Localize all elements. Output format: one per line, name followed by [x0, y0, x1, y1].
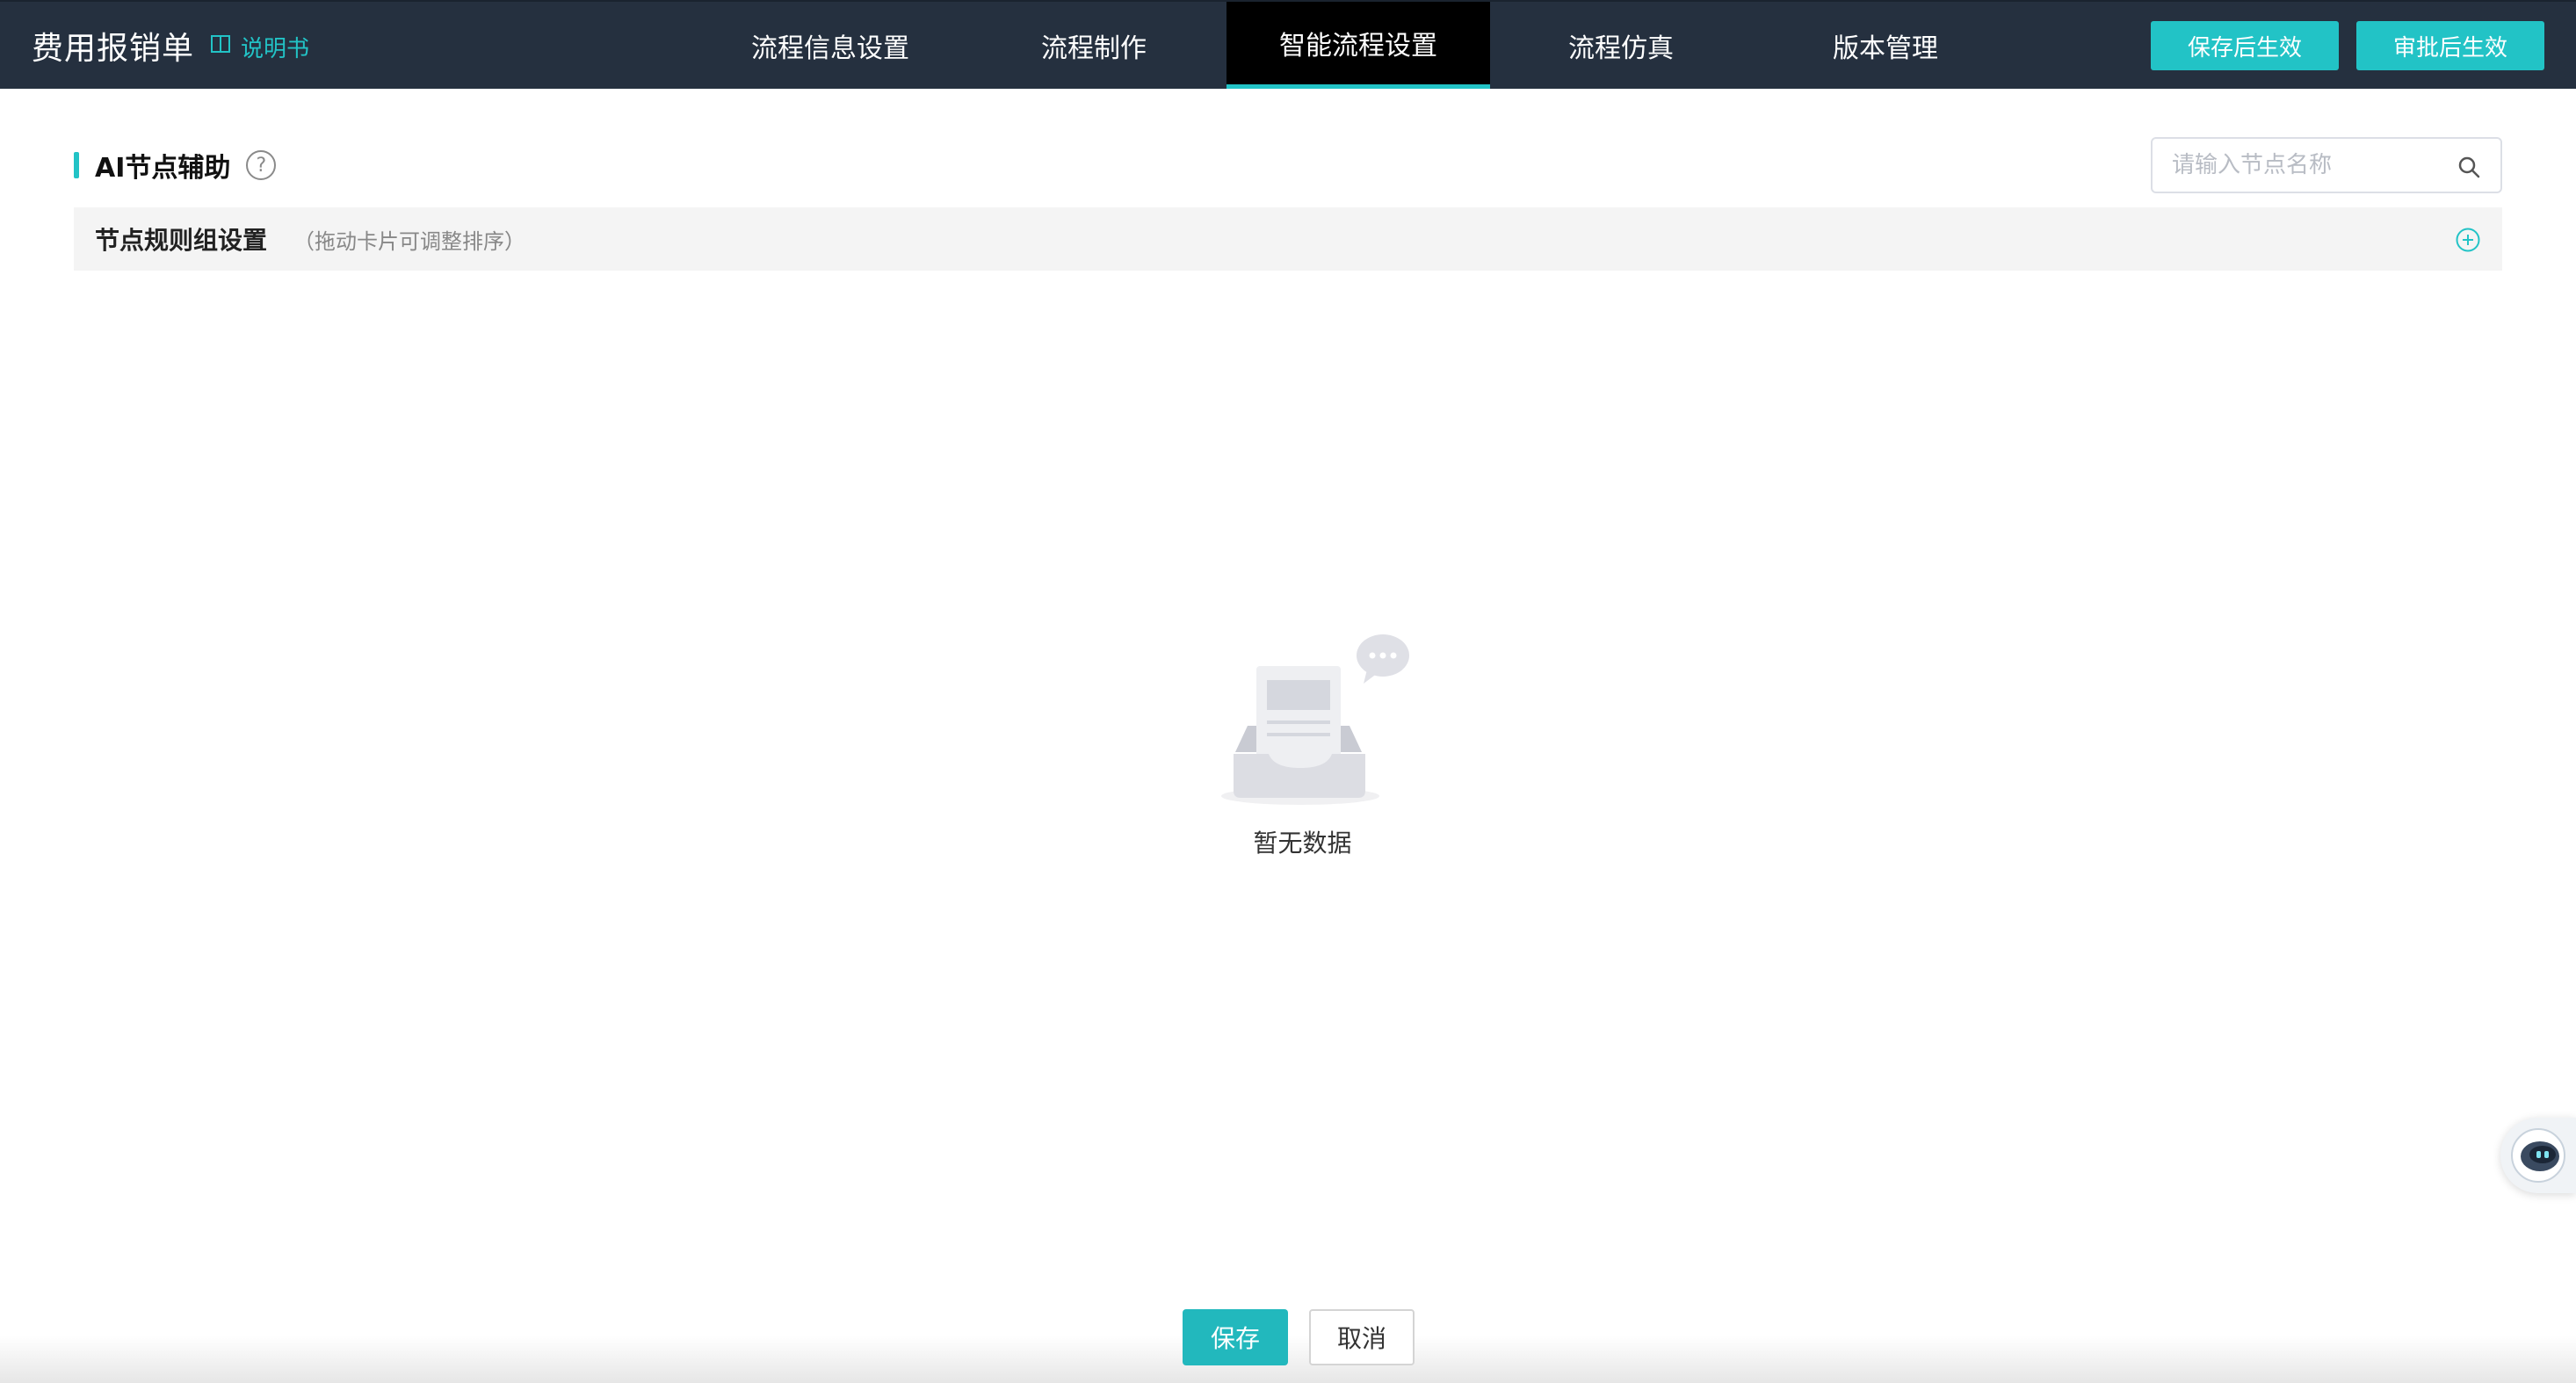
section-accent-bar: [74, 152, 79, 178]
tab-process-design[interactable]: 流程制作: [980, 2, 1208, 89]
empty-inbox-icon: [1221, 634, 1409, 805]
question-icon[interactable]: ?: [246, 150, 277, 180]
node-search-input[interactable]: [2172, 141, 2453, 190]
manual-link[interactable]: 说明书: [209, 28, 309, 65]
empty-state-text: 暂无数据: [1253, 829, 1352, 858]
save-button[interactable]: 保存: [1183, 1309, 1288, 1365]
save-and-apply-button[interactable]: 保存后生效: [2151, 21, 2339, 70]
rule-group-hint: （拖动卡片可调整排序）: [293, 228, 526, 254]
plus-circle-icon[interactable]: [2455, 227, 2481, 253]
app-title: 费用报销单: [32, 31, 195, 67]
search-icon[interactable]: [2457, 155, 2481, 179]
section-header: AI节点辅助 ?: [74, 148, 277, 184]
tab-version-management[interactable]: 版本管理: [1771, 2, 2000, 89]
footer-shadow: [0, 1336, 2576, 1383]
book-icon: [209, 33, 232, 62]
section-title: AI节点辅助: [95, 153, 231, 184]
assistant-launcher[interactable]: [2500, 1118, 2576, 1193]
rule-group-bar: 节点规则组设置 （拖动卡片可调整排序）: [74, 207, 2502, 271]
approve-and-apply-button[interactable]: 审批后生效: [2356, 21, 2544, 70]
cancel-button[interactable]: 取消: [1309, 1309, 1415, 1365]
node-search-box: [2151, 137, 2502, 193]
rule-group-label: 节点规则组设置: [95, 226, 268, 255]
tab-process-simulation[interactable]: 流程仿真: [1507, 2, 1735, 89]
tab-smart-process-settings[interactable]: 智能流程设置: [1226, 2, 1490, 89]
tab-process-info-settings[interactable]: 流程信息设置: [716, 2, 944, 89]
robot-assistant-icon: [2511, 1128, 2565, 1183]
top-navigation-bar: 费用报销单 说明书 流程信息设置 流程制作 智能流程设置 流程仿真 版本管理 保…: [0, 0, 2576, 89]
manual-link-label: 说明书: [241, 35, 310, 62]
